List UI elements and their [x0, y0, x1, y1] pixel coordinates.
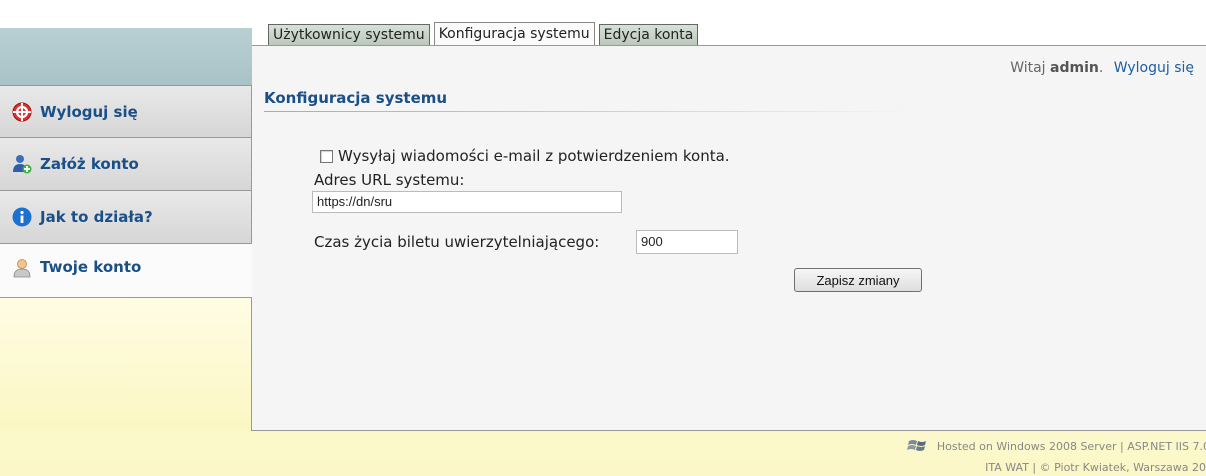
page-title: Konfiguracja systemu	[264, 89, 448, 107]
username: admin	[1050, 60, 1099, 76]
ticket-lifetime-input[interactable]: 900	[636, 230, 738, 254]
sidebar: Wyloguj się Załóż konto Jak to działa? T…	[0, 85, 252, 300]
save-button[interactable]: Zapisz zmiany	[794, 268, 922, 292]
tab-system-config[interactable]: Konfiguracja systemu	[433, 22, 595, 47]
logout-icon	[12, 102, 32, 122]
tab-edit-account[interactable]: Edycja konta	[598, 24, 699, 46]
url-label: Adres URL systemu:	[314, 171, 465, 189]
sidebar-item-label: Wyloguj się	[40, 102, 138, 121]
email-confirm-row: Wysyłaj wiadomości e-mail z potwierdzeni…	[320, 147, 730, 165]
url-input[interactable]: https://dn/sru	[312, 191, 622, 213]
ticket-lifetime-label: Czas życia biletu uwierzytelniającego:	[314, 233, 600, 251]
email-confirm-label: Wysyłaj wiadomości e-mail z potwierdzeni…	[338, 147, 730, 165]
sidebar-item-logout[interactable]: Wyloguj się	[0, 85, 252, 138]
sidebar-item-your-account[interactable]: Twoje konto	[0, 244, 252, 300]
tab-bar: Użytkownicy systemu Konfiguracja systemu…	[268, 22, 702, 47]
sidebar-item-label: Twoje konto	[40, 258, 142, 276]
welcome-prefix: Witaj	[1010, 60, 1046, 76]
sidebar-item-create-account[interactable]: Załóż konto	[0, 138, 252, 191]
sidebar-item-how-it-works[interactable]: Jak to działa?	[0, 191, 252, 244]
hosted-text: Hosted on Windows 2008 Server | ASP.NET …	[936, 439, 1206, 453]
footer: Hosted on Windows 2008 Server | ASP.NET …	[906, 436, 1206, 474]
sidebar-empty-area	[0, 297, 252, 431]
sidebar-item-label: Jak to działa?	[40, 208, 153, 226]
user-account-icon	[12, 258, 32, 278]
title-divider	[264, 111, 914, 112]
tab-users[interactable]: Użytkownicy systemu	[268, 24, 430, 46]
sidebar-item-label: Załóż konto	[40, 155, 139, 173]
welcome-text: Witaj admin. Wyloguj się	[1010, 60, 1194, 76]
email-confirm-checkbox[interactable]	[320, 149, 333, 163]
info-icon	[12, 207, 32, 227]
add-user-icon	[12, 154, 32, 174]
credit-text: ITA WAT | © Piotr Kwiatek, Warszawa 2009	[985, 461, 1206, 474]
welcome-suffix: .	[1098, 60, 1104, 76]
logout-link[interactable]: Wyloguj się	[1114, 60, 1194, 76]
sidebar-header-block	[0, 28, 252, 85]
windows-logo-icon	[906, 438, 931, 454]
main-panel: Witaj admin. Wyloguj się Konfiguracja sy…	[252, 45, 1206, 431]
